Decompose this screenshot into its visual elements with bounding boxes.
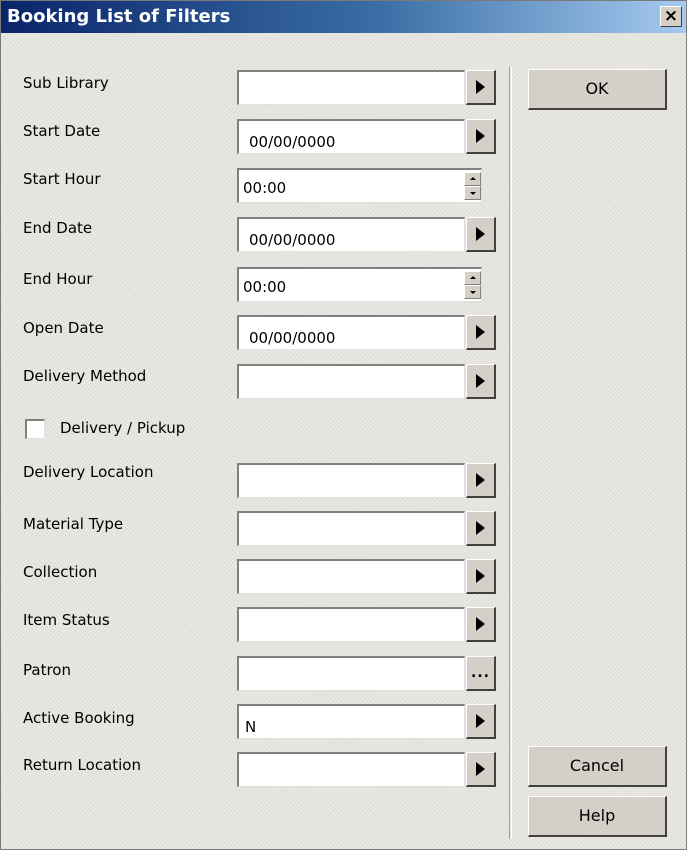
triangle-right-icon xyxy=(476,473,485,487)
delivery-method-label: Delivery Method xyxy=(23,367,147,385)
material-type-label: Material Type xyxy=(23,515,124,533)
open-date-picker-button[interactable] xyxy=(466,315,496,350)
end-hour-label: End Hour xyxy=(23,270,93,288)
item-status-field[interactable] xyxy=(237,607,465,642)
spin-down-icon[interactable] xyxy=(464,186,481,200)
collection-field[interactable] xyxy=(237,559,465,594)
delivery-location-dropdown-button[interactable] xyxy=(466,463,496,498)
return-location-dropdown-button[interactable] xyxy=(466,752,496,787)
triangle-right-icon xyxy=(476,762,485,776)
triangle-right-icon xyxy=(476,374,485,388)
delivery-pickup-label[interactable]: Delivery / Pickup xyxy=(60,419,185,437)
window-title: Booking List of Filters xyxy=(7,6,231,27)
triangle-right-icon xyxy=(476,227,485,241)
item-status-dropdown-button[interactable] xyxy=(466,607,496,642)
material-type-dropdown-button[interactable] xyxy=(466,511,496,546)
triangle-right-icon xyxy=(476,569,485,583)
end-hour-spinner[interactable] xyxy=(464,270,481,300)
sub-library-label: Sub Library xyxy=(23,74,109,92)
close-button[interactable]: × xyxy=(660,6,682,27)
return-location-field[interactable] xyxy=(237,752,465,787)
booking-filters-dialog: Booking List of Filters × Sub Library St… xyxy=(0,0,687,850)
ok-button[interactable]: OK xyxy=(528,69,667,110)
delivery-location-field[interactable] xyxy=(237,463,465,498)
delivery-location-label: Delivery Location xyxy=(23,463,154,481)
return-location-label: Return Location xyxy=(23,756,141,774)
ellipsis-icon: ... xyxy=(471,665,490,681)
triangle-right-icon xyxy=(476,80,485,94)
triangle-right-icon xyxy=(476,714,485,728)
vertical-divider xyxy=(509,67,512,839)
triangle-right-icon xyxy=(476,521,485,535)
open-date-field[interactable]: 00/00/0000 xyxy=(237,315,465,350)
patron-lookup-button[interactable]: ... xyxy=(466,656,496,691)
title-bar[interactable]: Booking List of Filters × xyxy=(1,1,686,33)
patron-field[interactable] xyxy=(237,656,465,691)
cancel-button[interactable]: Cancel xyxy=(528,746,667,787)
collection-dropdown-button[interactable] xyxy=(466,559,496,594)
item-status-label: Item Status xyxy=(23,611,110,629)
end-date-picker-button[interactable] xyxy=(466,217,496,252)
open-date-label: Open Date xyxy=(23,319,104,337)
collection-label: Collection xyxy=(23,563,98,581)
start-date-picker-button[interactable] xyxy=(466,119,496,154)
end-date-field[interactable]: 00/00/0000 xyxy=(237,217,465,252)
start-hour-field[interactable]: 00:00 xyxy=(237,168,482,203)
active-booking-dropdown-button[interactable] xyxy=(466,704,496,739)
spin-down-icon[interactable] xyxy=(464,285,481,299)
end-date-label: End Date xyxy=(23,219,93,237)
triangle-right-icon xyxy=(476,617,485,631)
start-hour-label: Start Hour xyxy=(23,170,101,188)
delivery-method-field[interactable] xyxy=(237,364,465,399)
delivery-pickup-checkbox[interactable] xyxy=(25,419,45,439)
delivery-method-dropdown-button[interactable] xyxy=(466,364,496,399)
start-hour-spinner[interactable] xyxy=(464,171,481,201)
start-date-field[interactable]: 00/00/0000 xyxy=(237,119,465,154)
active-booking-label: Active Booking xyxy=(23,709,135,727)
spin-up-icon[interactable] xyxy=(464,271,481,285)
patron-label: Patron xyxy=(23,661,71,679)
sub-library-dropdown-button[interactable] xyxy=(466,70,496,105)
start-date-label: Start Date xyxy=(23,122,101,140)
triangle-right-icon xyxy=(476,325,485,339)
help-button[interactable]: Help xyxy=(528,796,667,837)
sub-library-field[interactable] xyxy=(237,70,465,105)
active-booking-field[interactable]: N xyxy=(237,704,465,739)
spin-up-icon[interactable] xyxy=(464,172,481,186)
end-hour-field[interactable]: 00:00 xyxy=(237,267,482,302)
material-type-field[interactable] xyxy=(237,511,465,546)
triangle-right-icon xyxy=(476,129,485,143)
